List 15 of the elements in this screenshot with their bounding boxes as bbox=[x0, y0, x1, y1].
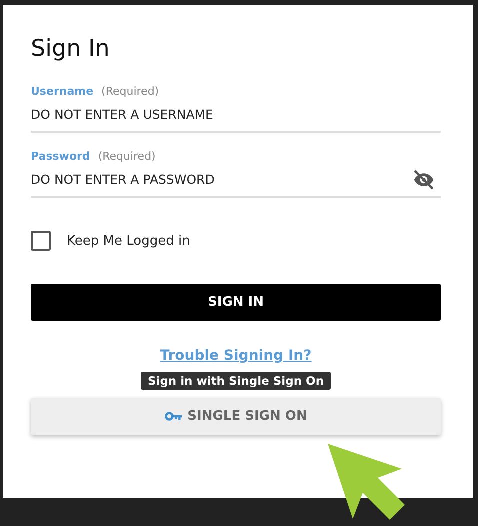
single-sign-on-button[interactable]: SINGLE SIGN ON bbox=[31, 398, 441, 435]
sign-in-button[interactable]: SIGN IN bbox=[31, 284, 441, 321]
username-label: Username bbox=[31, 85, 94, 99]
pointer-arrow-icon bbox=[325, 442, 407, 522]
username-field[interactable]: DO NOT ENTER A USERNAME bbox=[31, 99, 441, 133]
eye-slash-icon[interactable] bbox=[413, 169, 435, 191]
tooltip: Sign in with Single Sign On bbox=[140, 372, 332, 390]
required-hint: (Required) bbox=[102, 85, 160, 99]
sign-in-title: Sign In bbox=[31, 35, 111, 63]
keep-logged-in-checkbox[interactable] bbox=[31, 231, 51, 251]
keep-logged-in-label: Keep Me Logged in bbox=[67, 234, 190, 248]
key-icon bbox=[164, 411, 183, 422]
password-label: Password bbox=[31, 150, 90, 164]
password-field[interactable]: DO NOT ENTER A PASSWORD bbox=[31, 164, 413, 196]
required-hint: (Required) bbox=[98, 150, 156, 164]
